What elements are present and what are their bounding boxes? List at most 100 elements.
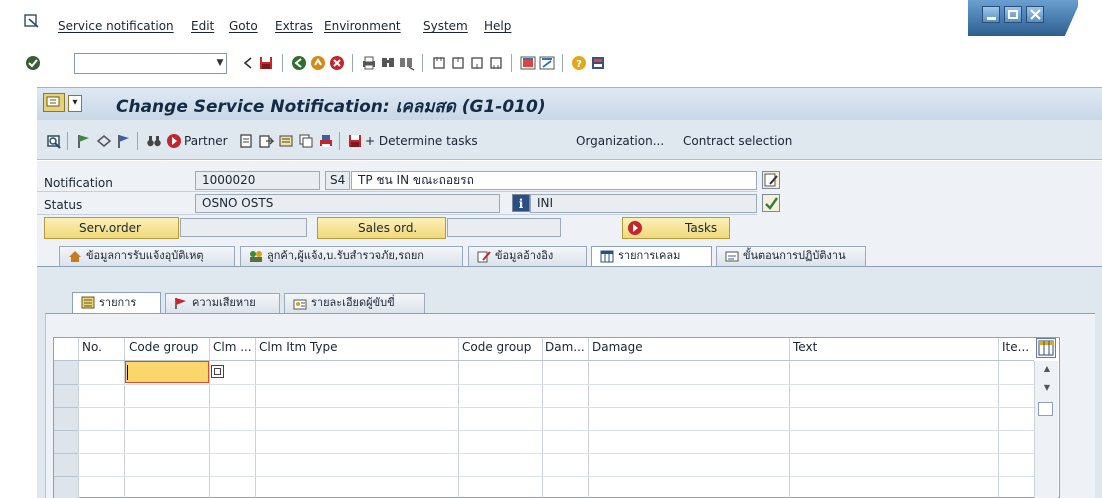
tab-accident-info[interactable]: ข้อมูลการรับแจ้งอุบัติเหตุ: [59, 246, 235, 266]
tasks-icon: [628, 221, 642, 235]
scroll-thumb[interactable]: [1038, 402, 1053, 416]
status-edit-icon[interactable]: [762, 194, 780, 212]
minimize-icon[interactable]: [982, 6, 1000, 23]
menu-icon[interactable]: [24, 14, 40, 28]
column-header-code-group[interactable]: Code group: [129, 340, 198, 354]
menu-edit[interactable]: Edit: [191, 19, 214, 33]
driver-icon: [293, 299, 307, 310]
list-icon: [81, 296, 95, 309]
column-header-dam[interactable]: Dam...: [545, 340, 585, 354]
column-header-clm-itm-type[interactable]: Clm Itm Type: [259, 340, 338, 354]
serv-order-field: [180, 218, 307, 237]
organization-button[interactable]: Organization...: [576, 134, 664, 148]
status-field: OSNO OSTS: [195, 194, 500, 213]
column-config-icon[interactable]: [1036, 338, 1056, 358]
menu-bar: Service notification Edit Goto Extras En…: [0, 0, 1102, 36]
tasks-button[interactable]: Tasks: [622, 217, 730, 239]
subtab-items[interactable]: รายการ: [72, 292, 161, 314]
menu-environment[interactable]: Environment: [324, 19, 401, 33]
command-field[interactable]: [74, 53, 227, 74]
process-icon: [725, 251, 739, 262]
notification-type-field: S4: [325, 171, 350, 190]
document-icon[interactable]: [238, 133, 254, 149]
menu-goto[interactable]: Goto: [229, 19, 258, 33]
page-title: Change Service Notification: เคลมสด (G1-…: [116, 97, 546, 117]
maximize-icon[interactable]: [1004, 6, 1022, 23]
save-icon[interactable]: [347, 133, 363, 149]
long-text-edit-icon[interactable]: [762, 171, 780, 189]
partner-icon[interactable]: [166, 133, 182, 149]
partner-group-icon: [250, 251, 262, 262]
binoculars-icon[interactable]: [146, 133, 162, 149]
print-icon[interactable]: [361, 55, 377, 71]
svg-text:i: i: [519, 197, 524, 211]
code-group-cell-input[interactable]: [125, 361, 209, 383]
last-page-icon[interactable]: [488, 55, 504, 71]
svg-text:?: ?: [576, 59, 582, 70]
action-box-icon[interactable]: [258, 133, 274, 149]
find-next-icon[interactable]: [399, 55, 415, 71]
customize-layout-icon[interactable]: [590, 55, 606, 71]
scroll-up-icon[interactable]: ▲: [1040, 364, 1054, 374]
clm-checkbox-icon[interactable]: [211, 365, 224, 378]
flag-green-icon[interactable]: [76, 133, 92, 149]
notification-number-field: 1000020: [195, 171, 320, 190]
chevron-down-icon[interactable]: ▾: [68, 95, 82, 112]
save-icon[interactable]: [258, 55, 274, 71]
subtab-damage[interactable]: ความเสียหาย: [165, 293, 280, 313]
scroll-down-icon[interactable]: ▼: [1040, 383, 1054, 393]
flag-blue-icon[interactable]: [116, 133, 132, 149]
exit-icon[interactable]: [310, 55, 326, 71]
window-controls: [968, 0, 1078, 36]
notification-label: Notification: [44, 176, 113, 190]
tab-work-procedure[interactable]: ขั้นตอนการปฏิบัติงาน: [716, 246, 866, 266]
edit-document-icon: [477, 251, 491, 263]
house-icon: [69, 251, 81, 262]
link-icon[interactable]: [96, 133, 112, 149]
menu-help[interactable]: Help: [484, 19, 511, 33]
help-icon[interactable]: ?: [571, 55, 587, 71]
subtab-driver-details[interactable]: รายละเอียดผู้ขับขี่: [284, 293, 425, 313]
column-header-no[interactable]: No.: [82, 340, 102, 354]
notes-icon[interactable]: [278, 133, 294, 149]
serv-order-button[interactable]: Serv.order: [44, 217, 179, 239]
enter-checkmark-icon[interactable]: [25, 55, 41, 71]
menu-system[interactable]: System: [423, 19, 468, 33]
column-header-damage[interactable]: Damage: [592, 340, 643, 354]
flag-red-icon: [175, 298, 186, 309]
column-header-code-group-2[interactable]: Code group: [462, 340, 531, 354]
status-label: Status: [44, 198, 83, 212]
text-cursor: [127, 365, 128, 380]
info-icon[interactable]: i: [512, 194, 530, 212]
print-notification-icon[interactable]: [318, 133, 334, 149]
back-arrow-icon[interactable]: [240, 55, 256, 71]
column-header-ite[interactable]: Ite...: [1002, 340, 1029, 354]
back-icon[interactable]: [291, 55, 307, 71]
system-menu-icon[interactable]: [43, 93, 65, 112]
find-icon[interactable]: [380, 55, 396, 71]
next-page-icon[interactable]: [469, 55, 485, 71]
status-short-field: INI: [530, 194, 757, 213]
first-page-icon[interactable]: [431, 55, 447, 71]
column-header-clm[interactable]: Clm ...: [213, 340, 252, 354]
tab-claim-items[interactable]: รายการเคลม: [591, 246, 712, 267]
object-list-icon[interactable]: [298, 133, 314, 149]
menu-service-notification[interactable]: Service notification: [58, 19, 174, 33]
partner-button[interactable]: Partner: [184, 134, 228, 148]
determine-tasks-button[interactable]: + Determine tasks: [365, 134, 478, 148]
sales-ord-button[interactable]: Sales ord.: [317, 217, 446, 239]
create-session-icon[interactable]: [520, 55, 536, 71]
close-icon[interactable]: [1026, 6, 1044, 23]
column-header-text[interactable]: Text: [793, 340, 817, 354]
tab-reference-data[interactable]: ข้อมูลอ้างอิง: [468, 246, 587, 266]
shortcut-icon[interactable]: [539, 55, 555, 71]
previous-page-icon[interactable]: [450, 55, 466, 71]
display-object-icon[interactable]: [46, 133, 62, 149]
table-scrollbar[interactable]: [1034, 361, 1058, 498]
menu-extras[interactable]: Extras: [275, 19, 313, 33]
tab-customer-info[interactable]: ลูกค้า,ผู้แจ้ง,บ.รับสำรวจภัย,รถยก: [240, 246, 463, 266]
chevron-down-icon[interactable]: ▼: [214, 54, 226, 73]
notification-description-input[interactable]: TP ชน IN ขณะถอยรถ: [351, 171, 757, 190]
cancel-icon[interactable]: [329, 55, 345, 71]
contract-selection-button[interactable]: Contract selection: [683, 134, 792, 148]
